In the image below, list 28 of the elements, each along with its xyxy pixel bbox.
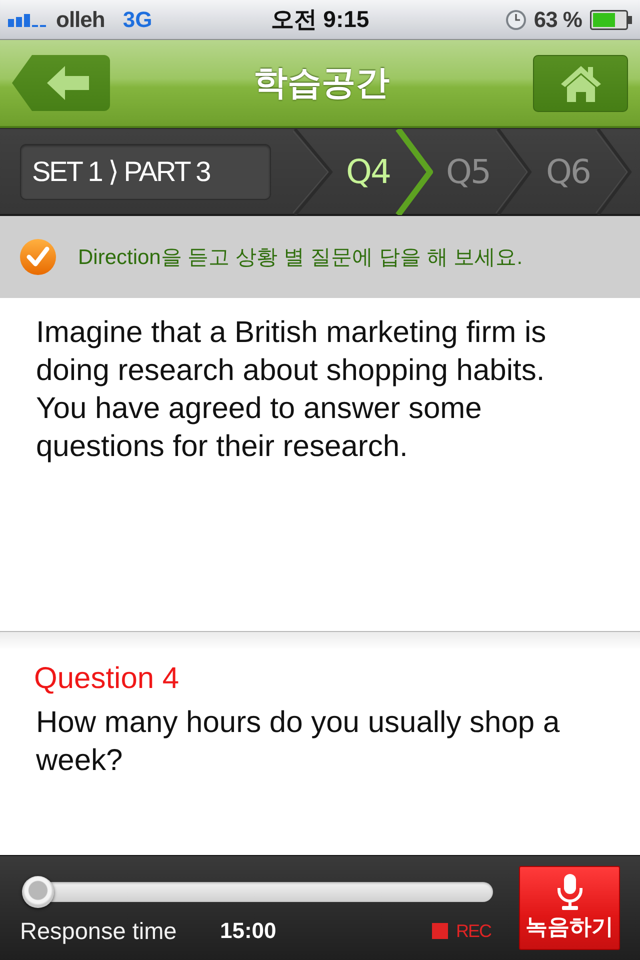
direction-text: Direction을 듣고 상황 별 질문에 답을 해 보세요.: [78, 245, 523, 271]
left-arrow-icon: [47, 66, 89, 100]
question-step-tab[interactable]: Q5: [433, 128, 533, 214]
response-time-label: Response time: [20, 918, 178, 944]
breadcrumb: SET 1 ⟩ PART 3: [20, 144, 271, 200]
home-icon: [558, 64, 602, 102]
response-time-value: 15:00: [220, 918, 276, 944]
network-type: 3G: [122, 6, 152, 32]
battery-percent: 63 %: [534, 6, 582, 32]
back-button[interactable]: [12, 55, 110, 111]
question-number: Question 4: [34, 661, 180, 697]
record-button[interactable]: 녹음하기: [519, 866, 620, 950]
question-step-tab[interactable]: Q4: [333, 128, 433, 214]
slider-thumb[interactable]: [22, 876, 54, 908]
home-button[interactable]: [533, 54, 628, 112]
question-step-tab[interactable]: Q6: [533, 128, 633, 214]
page-title: 학습공간: [254, 63, 390, 104]
clock-icon: [506, 10, 526, 30]
microphone-icon: [556, 874, 582, 910]
check-icon: [20, 239, 56, 275]
chevron-icon: [395, 128, 433, 214]
rec-label: REC: [456, 920, 491, 942]
rec-square-icon: [432, 923, 448, 939]
question-text: How many hours do you usually shop a week?: [36, 705, 561, 779]
carrier-name: olleh: [56, 6, 105, 32]
slider-track[interactable]: [22, 876, 493, 908]
battery-icon: [590, 10, 632, 30]
status-time: 오전 9:15: [270, 5, 370, 34]
